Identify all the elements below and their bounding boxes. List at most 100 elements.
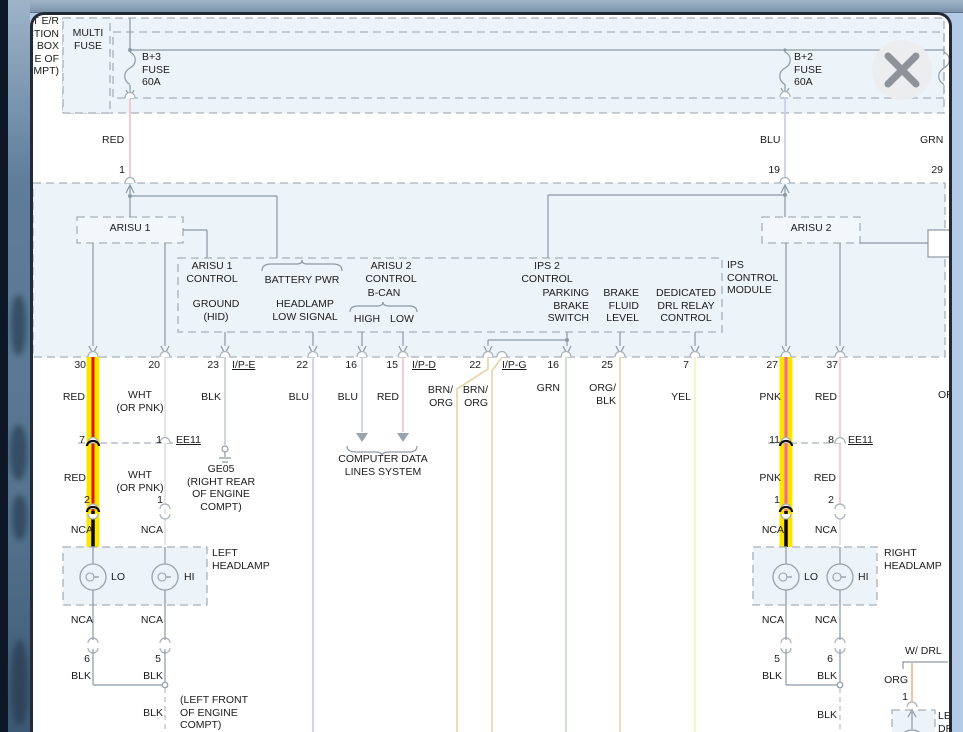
label-wire-red-8: RED [814, 472, 836, 485]
label-arisu2-control: ARISU 2 CONTROL [365, 260, 416, 285]
label-nca2-hi-right: NCA [815, 614, 837, 627]
label-pin-16-blu: 16 [345, 359, 357, 372]
label-conn-ip-d: I/P-D [412, 359, 436, 372]
blurred-content-blob [12, 495, 27, 540]
label-pin-6-right: 6 [827, 653, 833, 666]
label-arisu1-control: ARISU 1 CONTROL [186, 260, 237, 285]
splice-dot-left [162, 682, 168, 688]
label-wire-org-clipped: ORG [938, 389, 952, 402]
label-battery-pwr: BATTERY PWR [265, 274, 340, 287]
splice-dot-right [837, 682, 843, 688]
label-blk-bottom-right: BLK [817, 709, 837, 722]
blurred-content-blob [11, 640, 28, 725]
label-wire-blu-22: BLU [289, 391, 309, 404]
label-conn-ee11-right: EE11 [848, 434, 873, 447]
label-lo-right: LO [804, 571, 818, 584]
label-drl-unit-clipped: LE DR [938, 710, 952, 732]
label-b3-fuse: B+3 FUSE 60A [142, 51, 170, 89]
label-pin-16-grn: 16 [547, 359, 559, 372]
label-pin-15: 15 [386, 359, 398, 372]
side-connector-box [928, 230, 952, 257]
label-blk-5-left: BLK [143, 670, 163, 683]
label-computer-data-lines: COMPUTER DATA LINES SYSTEM [338, 453, 427, 478]
label-pin-1-ee11: 1 [156, 434, 162, 447]
label-nca2-lo-left: NCA [71, 614, 93, 627]
label-nca-lo-right: NCA [762, 524, 784, 537]
label-brake-fluid-level: BRAKE FLUID LEVEL [603, 287, 639, 325]
label-pin-27: 27 [766, 359, 778, 372]
blurred-content-blob [11, 295, 26, 355]
label-b2-fuse: B+2 FUSE 60A [794, 51, 822, 89]
ground-icon-lines [219, 452, 231, 462]
close-button[interactable] [872, 40, 932, 100]
label-wire-wht-20: WHT (OR PNK) [116, 389, 163, 414]
module-box [33, 183, 945, 357]
label-pin-5-left: 5 [155, 653, 161, 666]
label-pin-29: 29 [931, 164, 943, 177]
ground-icon [222, 446, 228, 452]
can-arrow-low [397, 433, 409, 442]
label-wire-org-drl: ORG [884, 674, 908, 687]
label-ge05-note: GE05 (RIGHT REAR OF ENGINE COMPT) [187, 463, 255, 513]
label-headlamp-low-signal: HEADLAMP LOW SIGNAL [272, 298, 337, 323]
label-wire-brnorg-2: BRN/ ORG [463, 384, 488, 409]
label-wire-red-7: RED [64, 472, 86, 485]
label-pin-20: 20 [148, 359, 160, 372]
label-pin-1-right: 1 [774, 494, 780, 507]
bump [125, 178, 790, 184]
screenshot-stage: HOT AT ALL TIMES T E/R CTION BOX E OF OMP… [0, 0, 963, 732]
label-high: HIGH [354, 313, 380, 326]
label-left-headlamp: LEFT HEADLAMP [212, 547, 270, 572]
label-pin-7-module: 7 [683, 359, 689, 372]
label-pin-23: 23 [207, 359, 219, 372]
label-wire-pnk-11: PNK [759, 472, 781, 485]
label-wire-red-top: RED [102, 134, 124, 147]
label-pin-1-drl: 1 [902, 691, 908, 704]
label-hi-right: HI [858, 571, 869, 584]
wires [165, 357, 912, 732]
label-w-drl: W/ DRL [905, 645, 942, 658]
bulb-hi-right-icon [827, 564, 853, 590]
label-multi-fuse: MULTI FUSE [73, 27, 104, 52]
label-wire-red-30: RED [63, 391, 85, 404]
label-junction-box-note: T E/R CTION BOX E OF OMPT) [30, 15, 59, 78]
label-top-clipped-text: HOT AT ALL TIMES [118, 12, 209, 16]
label-pin-7-ee11: 7 [79, 434, 85, 447]
bulb-lo-right-icon [773, 564, 799, 590]
wire-brnorg-2 [492, 357, 502, 732]
label-pin-1-top: 1 [119, 164, 125, 177]
label-ips-control-module: IPS CONTROL MODULE [727, 259, 778, 297]
label-blk-6-right: BLK [817, 670, 837, 683]
label-ips2-control: IPS 2 CONTROL [521, 260, 572, 285]
label-pin-19: 19 [768, 164, 780, 177]
label-blk-6-left: BLK [71, 670, 91, 683]
label-hi-left: HI [184, 571, 195, 584]
ee11-bumps [88, 438, 845, 444]
ground-symbol-ge05 [219, 446, 231, 462]
label-parking-brake-switch: PARKING BRAKE SWITCH [543, 287, 589, 325]
label-conn-ip-e: I/P-E [232, 359, 255, 372]
label-nca-hi-right: NCA [815, 524, 837, 537]
label-wire-orgblk-25: ORG/ BLK [589, 382, 616, 407]
label-pin-37: 37 [826, 359, 838, 372]
label-pin-2-right: 2 [828, 494, 834, 507]
label-pin-6-left: 6 [84, 653, 90, 666]
label-nca2-hi-left: NCA [141, 614, 163, 627]
label-pin-8: 8 [828, 434, 834, 447]
label-wire-red-15: RED [377, 391, 399, 404]
label-nca2-lo-right: NCA [762, 614, 784, 627]
drl-bump [907, 702, 917, 707]
close-icon [872, 40, 932, 100]
label-pin-30: 30 [74, 359, 86, 372]
bulb-lo-left-icon [80, 564, 106, 590]
label-wire-blk-23: BLK [201, 391, 221, 404]
diagram-canvas[interactable]: HOT AT ALL TIMES T E/R CTION BOX E OF OMP… [30, 12, 952, 732]
label-pin-11: 11 [769, 434, 780, 447]
label-pin-5-right: 5 [774, 653, 780, 666]
label-conn-ip-g: I/P-G [502, 359, 527, 372]
wiring-diagram-svg [30, 12, 952, 732]
junction-dot [565, 338, 569, 342]
label-conn-ee11-left: EE11 [176, 434, 201, 447]
blurred-content-blob [10, 425, 27, 480]
wire-brnorg-1 [457, 357, 488, 732]
